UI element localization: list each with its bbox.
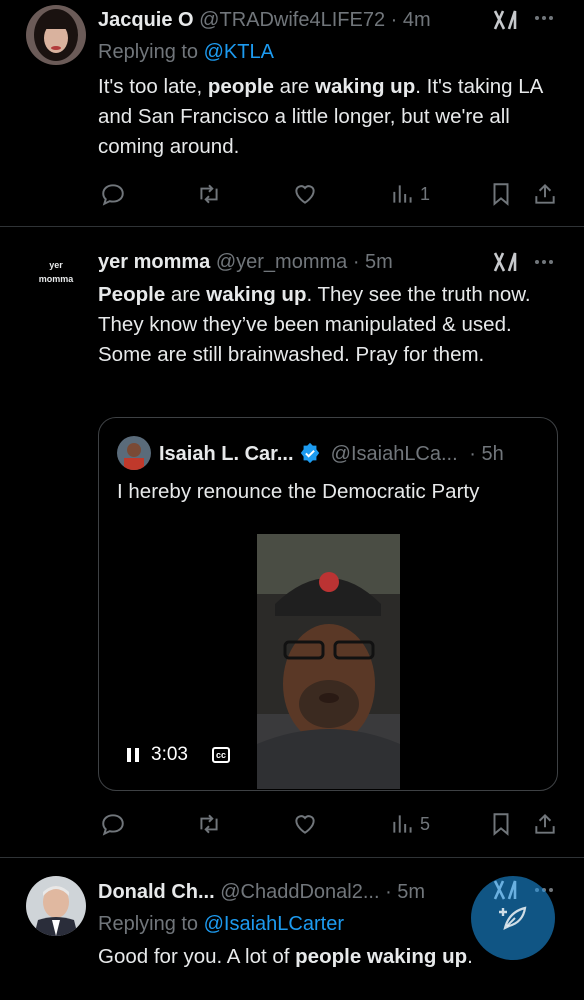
- timestamp[interactable]: · 5h: [469, 443, 503, 465]
- more-icon[interactable]: [532, 250, 556, 274]
- text-highlight: People: [98, 283, 166, 306]
- replying-to-link[interactable]: @KTLA: [204, 41, 274, 63]
- replying-to: Replying to @KTLA: [98, 40, 274, 64]
- video-time: 3:03: [151, 744, 188, 765]
- bookmark-button[interactable]: [488, 179, 514, 209]
- quoted-tweet[interactable]: Isaiah L. Car... @IsaiahLCa... · 5h I he…: [98, 417, 558, 791]
- replying-to-label: Replying to: [98, 913, 204, 935]
- more-icon[interactable]: [532, 6, 556, 30]
- tweet-header: Donald Ch... @ChaddDonal2... · 5m: [98, 880, 425, 904]
- tweet-header: yer momma @yer_momma · 5m: [98, 250, 393, 274]
- retweet-icon: [200, 814, 218, 834]
- text-highlight: people: [207, 75, 274, 98]
- text-highlight: people waking up: [295, 945, 468, 968]
- action-bar: 1: [98, 179, 558, 209]
- quote-text: I hereby renounce the Democratic Party: [117, 480, 480, 503]
- avatar[interactable]: [26, 876, 86, 936]
- grok-icon[interactable]: [493, 8, 519, 32]
- share-button[interactable]: [532, 179, 558, 209]
- replying-to-label: Replying to: [98, 41, 204, 63]
- user-handle[interactable]: @yer_momma: [216, 251, 347, 273]
- reply-button[interactable]: [100, 179, 126, 209]
- user-handle[interactable]: @ChaddDonal2...: [220, 881, 379, 903]
- text-part: are: [273, 75, 315, 98]
- views-count: 1: [420, 183, 431, 204]
- video-player[interactable]: [257, 534, 400, 789]
- tweet-text: It's too late, people are waking up. It'…: [98, 72, 568, 162]
- heart-icon: [295, 815, 315, 834]
- tweet-jacquie[interactable]: Jacquie O @TRADwife4LIFE72 · 4m Replying…: [0, 0, 584, 226]
- like-button[interactable]: [292, 179, 318, 209]
- compose-icon: [499, 906, 527, 931]
- pause-icon[interactable]: [125, 747, 141, 763]
- avatar[interactable]: yer momma: [26, 252, 86, 312]
- retweet-button[interactable]: [196, 179, 222, 209]
- grok-icon[interactable]: [493, 250, 519, 274]
- compose-button[interactable]: [471, 876, 555, 960]
- text-part: Good for you. A lot of: [98, 945, 296, 968]
- timestamp[interactable]: · 5m: [353, 251, 393, 273]
- retweet-icon: [200, 184, 218, 204]
- avatar-text: momma: [38, 274, 74, 284]
- text-highlight: waking up: [206, 283, 307, 306]
- views-button[interactable]: 1: [390, 179, 430, 209]
- views-icon: [393, 185, 412, 203]
- divider: [0, 857, 584, 858]
- user-handle[interactable]: @IsaiahLCa...: [331, 443, 458, 465]
- timestamp[interactable]: · 4m: [391, 9, 431, 31]
- display-name[interactable]: Donald Ch...: [98, 881, 215, 903]
- replying-to: Replying to @IsaiahLCarter: [98, 912, 344, 936]
- text-part: It's too late,: [98, 75, 208, 98]
- bookmark-button[interactable]: [488, 809, 514, 839]
- text-part: .: [467, 945, 473, 968]
- display-name[interactable]: yer momma: [98, 251, 210, 273]
- reply-icon: [102, 814, 124, 836]
- bookmark-icon: [493, 813, 509, 836]
- captions-button[interactable]: cc: [211, 747, 230, 763]
- reply-icon: [102, 184, 124, 206]
- share-button[interactable]: [532, 809, 558, 839]
- avatar[interactable]: [117, 436, 151, 470]
- heart-icon: [295, 185, 315, 204]
- text-part: are: [165, 283, 207, 306]
- views-button[interactable]: 5: [390, 809, 430, 839]
- replying-to-link[interactable]: @IsaiahLCarter: [204, 913, 344, 935]
- timestamp[interactable]: · 5m: [385, 881, 425, 903]
- display-name[interactable]: Isaiah L. Car...: [159, 443, 294, 465]
- bookmark-icon: [493, 183, 509, 206]
- video-controls: 3:03 cc: [125, 744, 230, 766]
- reply-button[interactable]: [100, 809, 126, 839]
- share-icon: [535, 813, 555, 834]
- avatar-text: yer: [49, 260, 63, 270]
- user-handle[interactable]: @TRADwife4LIFE72: [199, 9, 385, 31]
- views-count: 5: [420, 813, 431, 834]
- views-icon: [393, 815, 412, 833]
- action-bar: 5: [98, 809, 558, 839]
- display-name[interactable]: Jacquie O: [98, 9, 194, 31]
- verified-badge-icon: [300, 442, 320, 464]
- avatar[interactable]: [26, 5, 86, 65]
- like-button[interactable]: [292, 809, 318, 839]
- tweet-text: People are waking up. They see the truth…: [98, 280, 568, 370]
- quote-header: Isaiah L. Car... @IsaiahLCa... · 5h: [159, 442, 504, 466]
- text-highlight: waking up: [315, 75, 416, 98]
- retweet-button[interactable]: [196, 809, 222, 839]
- share-icon: [535, 183, 555, 204]
- tweet-header: Jacquie O @TRADwife4LIFE72 · 4m: [98, 8, 431, 32]
